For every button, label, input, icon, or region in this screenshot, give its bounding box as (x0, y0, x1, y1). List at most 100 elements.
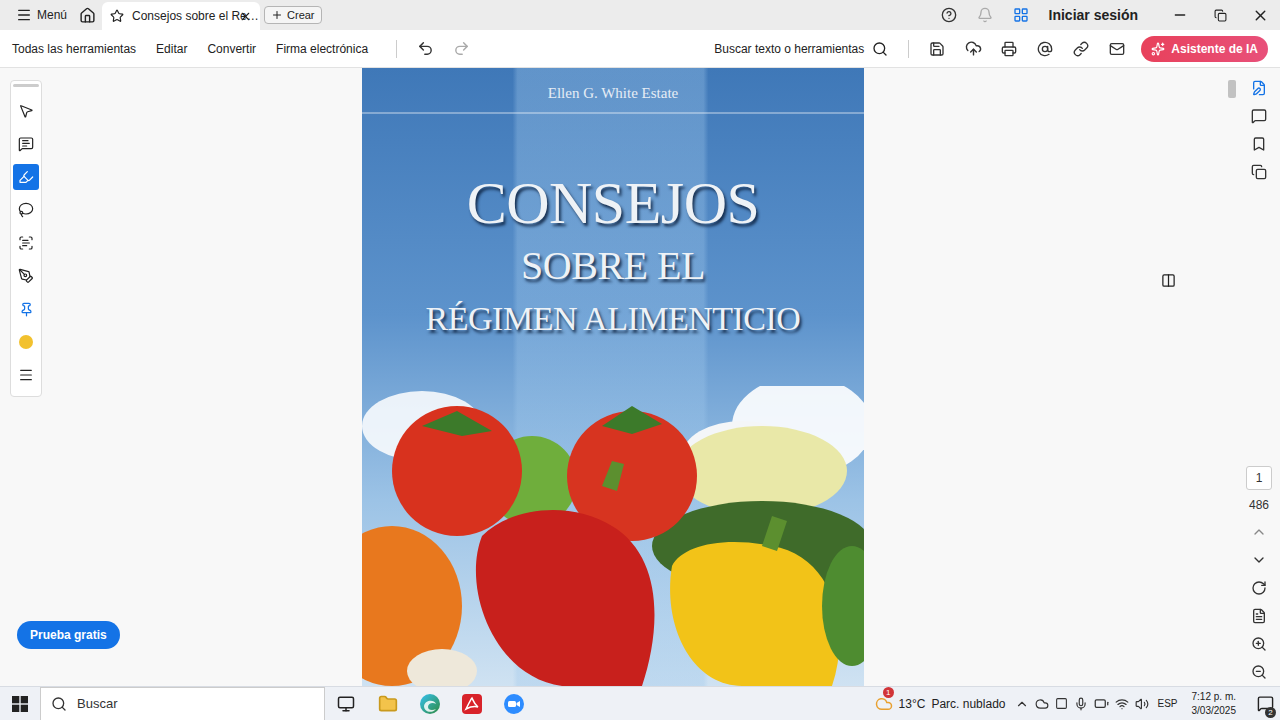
taskbar-app[interactable] (409, 687, 451, 720)
lasso-icon (18, 202, 34, 218)
acrobat-window: Menú Consejos sobre el Re…Crear Iniciar se… (0, 0, 1280, 720)
windows-logo-icon (12, 696, 28, 712)
split-view-icon[interactable] (1161, 273, 1176, 288)
pointer-icon (18, 103, 34, 119)
rail-tool[interactable] (13, 230, 39, 256)
share-button[interactable] (1027, 34, 1063, 64)
email-button[interactable] (1099, 34, 1135, 64)
save-button[interactable] (919, 34, 955, 64)
free-trial-button[interactable]: Prueba gratis (17, 621, 120, 649)
clock[interactable]: 7:12 p. m.3/03/2025 (1192, 690, 1237, 717)
rail-tool[interactable] (13, 362, 39, 388)
create-button[interactable]: Crear (264, 6, 322, 24)
rotate-icon[interactable] (1251, 580, 1267, 596)
menu-button[interactable]: Menú (10, 0, 73, 30)
battery-icon[interactable] (1094, 696, 1109, 711)
start-button[interactable] (0, 696, 40, 712)
cover-title: CONSEJOS (467, 170, 760, 236)
weather-widget[interactable]: 113°CParc. nublado (875, 695, 1006, 713)
zoom-in-icon[interactable] (1251, 636, 1267, 652)
toolbar-item[interactable]: Editar (156, 38, 197, 60)
app-bar: Menú Consejos sobre el Re…Crear Iniciar se… (0, 0, 1280, 30)
help-icon (941, 7, 957, 23)
document-tab[interactable]: Consejos sobre el Re… (102, 2, 260, 30)
restore-icon (1214, 9, 1227, 22)
onedrive-icon[interactable] (1035, 697, 1049, 711)
undo-button[interactable] (407, 34, 443, 64)
comment-icon (18, 136, 34, 152)
home-button[interactable] (73, 0, 102, 30)
notification-badge: 2 (1265, 707, 1276, 718)
page-total: 486 (1249, 498, 1269, 512)
taskbar-search[interactable]: Buscar (40, 687, 325, 720)
vegetables-picture (362, 386, 864, 686)
scroll-thumb[interactable] (1228, 80, 1236, 98)
minimize-button[interactable] (1160, 0, 1200, 30)
rail-tool[interactable] (13, 131, 39, 157)
rail-tool[interactable] (13, 164, 39, 190)
restore-button[interactable] (1200, 0, 1240, 30)
rail-tool[interactable] (13, 98, 39, 124)
close-button[interactable] (1240, 0, 1280, 30)
page-view-icon[interactable] (1251, 608, 1267, 624)
print-button[interactable] (991, 34, 1027, 64)
system-tray (1015, 696, 1149, 711)
rail-tool[interactable] (13, 197, 39, 223)
canvas-right (864, 68, 1226, 686)
search-tools[interactable]: Buscar texto o herramientas (714, 41, 888, 57)
color-swatch[interactable] (19, 335, 33, 349)
menu-icon (16, 7, 32, 23)
rail-tool[interactable] (13, 263, 39, 289)
comment-icon[interactable] (1251, 108, 1267, 124)
ai-assistant-button[interactable]: Asistente de IA (1141, 36, 1268, 62)
taskbar-app[interactable] (325, 687, 367, 720)
chevron-up-icon[interactable] (1251, 524, 1267, 540)
toolbar-item[interactable]: Convertir (207, 38, 266, 60)
home-icon (79, 7, 96, 24)
zoom-out-icon[interactable] (1251, 664, 1267, 680)
notification-center[interactable]: 2 (1250, 695, 1280, 712)
close-icon[interactable] (239, 10, 252, 23)
undo-icon (417, 40, 434, 57)
toolbar-item[interactable]: Firma electrónica (276, 38, 378, 60)
redo-button[interactable] (443, 34, 479, 64)
help-button[interactable] (931, 0, 967, 30)
language-indicator[interactable]: ESP (1157, 698, 1177, 709)
sign-in-button[interactable]: Iniciar sesión (1049, 7, 1138, 23)
chevron-down-icon[interactable] (1251, 552, 1267, 568)
wifi-icon[interactable] (1115, 697, 1129, 711)
upload-button[interactable] (955, 34, 991, 64)
taskbar-app[interactable] (367, 687, 409, 720)
rail-grip[interactable] (13, 84, 39, 87)
taskbar-app[interactable] (493, 687, 535, 720)
apps-button[interactable] (1003, 0, 1039, 30)
cover-title: RÉGIMEN ALIMENTICIO (426, 300, 801, 337)
tray-expand-icon[interactable] (1015, 697, 1029, 711)
toolbar-divider (908, 40, 909, 58)
page-number-field[interactable]: 1 (1246, 466, 1272, 490)
redo-icon (453, 40, 470, 57)
scrollbar[interactable] (1226, 68, 1238, 686)
edge-icon (419, 693, 441, 715)
toolbar-item[interactable]: Todas las herramientas (12, 38, 146, 60)
edit-pdf-icon[interactable] (1251, 80, 1267, 96)
zoom-icon (503, 693, 525, 715)
menu-icon (18, 367, 34, 383)
notifications-button[interactable] (967, 0, 1003, 30)
taskbar-app[interactable] (451, 687, 493, 720)
text-box-icon (18, 235, 34, 251)
rail-tool[interactable] (13, 329, 39, 355)
rail-tool[interactable] (13, 296, 39, 322)
bookmark-icon[interactable] (1251, 136, 1267, 152)
cover-author: Ellen G. White Estate (362, 68, 864, 114)
search-icon (872, 41, 888, 57)
plus-icon (271, 9, 283, 21)
mic-icon[interactable] (1074, 697, 1088, 711)
volume-icon[interactable] (1135, 697, 1149, 711)
pin-icon (19, 302, 34, 317)
device-icon[interactable] (1055, 697, 1068, 710)
pages-icon[interactable] (1251, 164, 1267, 180)
cloud-upload-icon (965, 40, 982, 57)
link-button[interactable] (1063, 34, 1099, 64)
mail-icon (1109, 41, 1125, 57)
